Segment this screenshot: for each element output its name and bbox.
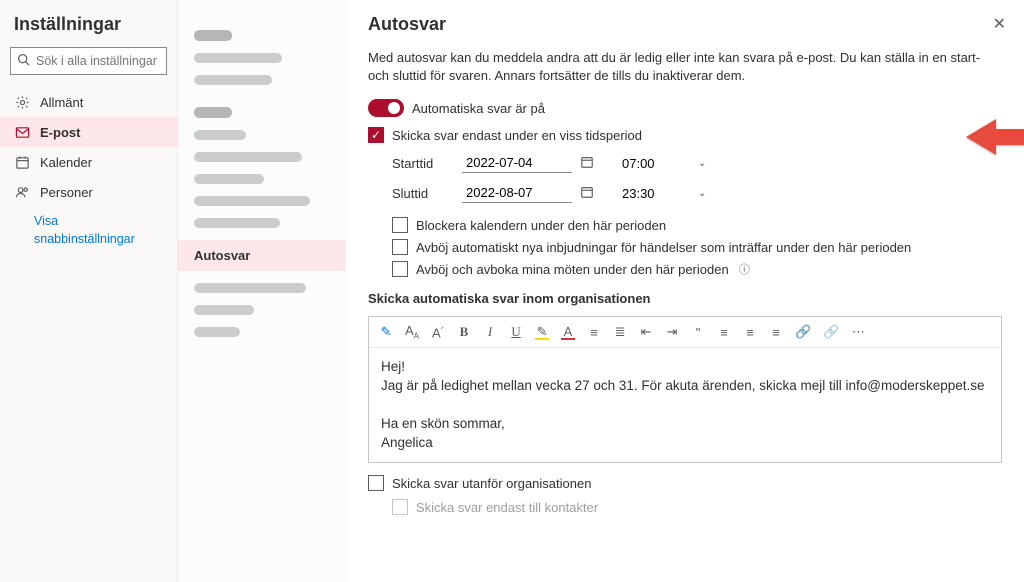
outside-contacts-label: Skicka svar endast till kontakter xyxy=(416,500,598,515)
auto-reply-toggle[interactable] xyxy=(368,99,404,117)
nav-label: E-post xyxy=(40,125,80,140)
toggle-label: Automatiska svar är på xyxy=(412,101,545,116)
nav-people[interactable]: Personer xyxy=(0,177,177,207)
nav-label: Allmänt xyxy=(40,95,83,110)
indent-icon[interactable]: ⇥ xyxy=(665,324,679,340)
outside-org-checkbox[interactable] xyxy=(368,475,384,491)
calendar-icon[interactable] xyxy=(580,185,594,202)
subnav-placeholder xyxy=(194,196,310,206)
font-size-up-icon[interactable]: AA xyxy=(405,323,419,341)
nav-calendar[interactable]: Kalender xyxy=(0,147,177,177)
rich-editor: ✎ AA Aᐟ B I U ✎ A ≡ ≣ ⇤ ⇥ " ≡ ≡ ≡ 🔗 🔗 ⋯ … xyxy=(368,316,1002,463)
subnav-placeholder xyxy=(194,53,282,63)
outdent-icon[interactable]: ⇤ xyxy=(639,324,653,340)
subnav-placeholder xyxy=(194,327,240,337)
italic-button[interactable]: I xyxy=(483,324,497,340)
bullet-list-icon[interactable]: ≡ xyxy=(587,325,601,340)
block-calendar-label: Blockera kalendern under den här periode… xyxy=(416,218,666,233)
subnav-placeholder xyxy=(194,107,232,118)
start-date-input[interactable] xyxy=(462,153,572,173)
nav-label: Personer xyxy=(40,185,93,200)
period-checkbox[interactable]: ✓ xyxy=(368,127,384,143)
info-icon[interactable]: ⓘ xyxy=(739,261,750,277)
inside-org-label: Skicka automatiska svar inom organisatio… xyxy=(368,291,1002,306)
search-input[interactable] xyxy=(36,54,197,68)
underline-button[interactable]: U xyxy=(509,324,523,340)
nav-label: Kalender xyxy=(40,155,92,170)
nav-email[interactable]: E-post xyxy=(0,117,177,147)
cancel-meetings-checkbox[interactable] xyxy=(392,261,408,277)
calendar-icon[interactable] xyxy=(580,155,594,172)
decline-new-label: Avböj automatiskt nya inbjudningar för h… xyxy=(416,240,911,255)
people-icon xyxy=(14,185,30,200)
highlight-icon[interactable]: ✎ xyxy=(535,324,549,340)
subnav-placeholder xyxy=(194,75,272,85)
align-left-icon[interactable]: ≡ xyxy=(717,325,731,340)
chevron-down-icon[interactable]: ⌄ xyxy=(698,158,706,169)
subnav-placeholder xyxy=(194,174,264,184)
outside-org-label: Skicka svar utanför organisationen xyxy=(392,476,591,491)
main-panel: ✕ Autosvar Med autosvar kan du meddela a… xyxy=(346,0,1024,582)
link-icon[interactable]: 🔗 xyxy=(795,324,811,340)
gear-icon xyxy=(14,95,30,110)
subnav-placeholder xyxy=(194,30,232,41)
search-icon xyxy=(17,53,30,69)
quick-settings-link[interactable]: Visa snabbinställningar xyxy=(0,207,177,248)
page-title: Autosvar xyxy=(368,14,1002,35)
calendar-icon xyxy=(14,155,30,170)
body-line: Ha en skön sommar, xyxy=(381,415,989,434)
chevron-down-icon[interactable]: ⌄ xyxy=(698,188,706,199)
block-calendar-checkbox[interactable] xyxy=(392,217,408,233)
subnav: Autosvar xyxy=(178,0,346,582)
editor-body[interactable]: Hej! Jag är på ledighet mellan vecka 27 … xyxy=(369,348,1001,462)
outside-contacts-checkbox xyxy=(392,499,408,515)
start-label: Starttid xyxy=(392,156,448,171)
more-icon[interactable]: ⋯ xyxy=(851,324,865,340)
subnav-placeholder xyxy=(194,283,306,293)
quote-icon[interactable]: " xyxy=(691,325,705,340)
align-right-icon[interactable]: ≡ xyxy=(769,325,783,340)
mail-icon xyxy=(14,125,30,140)
paint-icon[interactable]: ✎ xyxy=(379,324,393,340)
settings-title: Inställningar xyxy=(0,14,177,47)
search-box[interactable] xyxy=(10,47,167,75)
period-label: Skicka svar endast under en viss tidsper… xyxy=(392,128,642,143)
end-label: Sluttid xyxy=(392,186,448,201)
subnav-placeholder xyxy=(194,152,302,162)
cancel-meetings-label: Avböj och avboka mina möten under den hä… xyxy=(416,262,729,277)
decline-new-checkbox[interactable] xyxy=(392,239,408,255)
number-list-icon[interactable]: ≣ xyxy=(613,324,627,340)
bold-button[interactable]: B xyxy=(457,324,471,340)
close-button[interactable]: ✕ xyxy=(993,14,1006,34)
body-line: Angelica xyxy=(381,434,989,453)
settings-sidebar: Inställningar Allmänt E-post Kalender Pe… xyxy=(0,0,178,582)
subnav-placeholder xyxy=(194,130,246,140)
align-center-icon[interactable]: ≡ xyxy=(743,325,757,340)
subnav-autosvar[interactable]: Autosvar xyxy=(178,240,346,271)
editor-toolbar: ✎ AA Aᐟ B I U ✎ A ≡ ≣ ⇤ ⇥ " ≡ ≡ ≡ 🔗 🔗 ⋯ xyxy=(369,317,1001,348)
body-line: Hej! xyxy=(381,358,989,377)
page-description: Med autosvar kan du meddela andra att du… xyxy=(368,49,1002,85)
end-date-input[interactable] xyxy=(462,183,572,203)
end-time-input[interactable] xyxy=(618,184,668,203)
unlink-icon[interactable]: 🔗 xyxy=(823,324,839,340)
subnav-placeholder xyxy=(194,305,254,315)
font-size-icon[interactable]: Aᐟ xyxy=(431,325,445,340)
font-color-icon[interactable]: A xyxy=(561,324,575,340)
nav-general[interactable]: Allmänt xyxy=(0,87,177,117)
subnav-placeholder xyxy=(194,218,280,228)
start-time-input[interactable] xyxy=(618,154,668,173)
body-line: Jag är på ledighet mellan vecka 27 och 3… xyxy=(381,377,989,396)
